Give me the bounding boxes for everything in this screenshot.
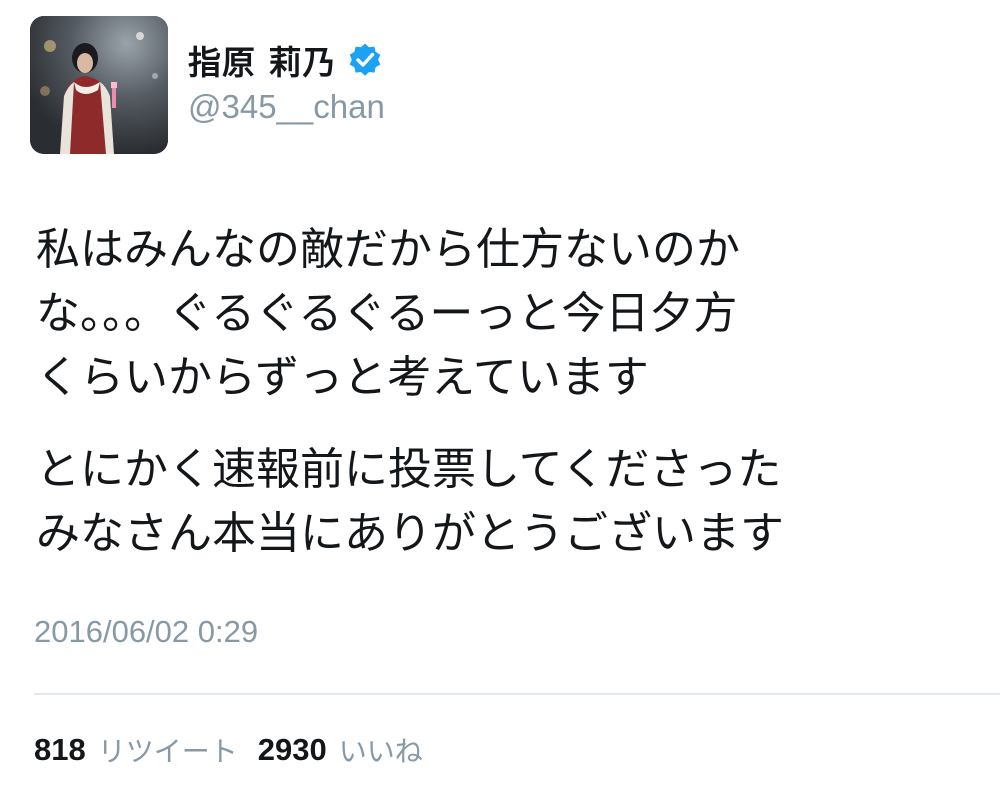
tweet-line: みなさん本当にありがとうございます: [36, 508, 784, 559]
tweet-line: とにかく速報前に投票してくださった: [36, 444, 782, 495]
author-name-row[interactable]: 指原 莉乃: [188, 38, 383, 82]
tweet-timestamp[interactable]: 2016/06/02 0:29: [34, 614, 258, 650]
display-name[interactable]: 指原 莉乃: [188, 36, 337, 84]
retweet-label: リツイート: [97, 735, 238, 768]
tweet-paragraph: 私はみんなの敵だから仕方ないのか な。。。ぐるぐるぐるーっと今日夕方 くらいから…: [36, 218, 986, 410]
divider: [34, 693, 1000, 695]
like-count: 2930: [257, 732, 327, 767]
user-handle[interactable]: @345__chan: [188, 88, 385, 126]
tweet-line: 私はみんなの敵だから仕方ないのか: [36, 224, 740, 275]
tweet-body: 私はみんなの敵だから仕方ないのか な。。。ぐるぐるぐるーっと今日夕方 くらいから…: [36, 218, 986, 566]
retweet-count: 818: [34, 732, 86, 767]
avatar-photo-icon: [30, 16, 168, 154]
avatar[interactable]: [30, 16, 168, 154]
tweet-line: な。。。ぐるぐるぐるーっと今日夕方: [36, 288, 738, 339]
tweet-line: くらいからずっと考えています: [36, 352, 649, 403]
retweet-stat[interactable]: 818 リツイート: [34, 730, 238, 770]
tweet-stats: 818 リツイート 2930 いいね: [34, 728, 423, 772]
tweet-paragraph: とにかく速報前に投票してくださった みなさん本当にありがとうございます: [36, 438, 986, 566]
like-stat[interactable]: 2930 いいね: [258, 730, 423, 770]
like-label: いいね: [338, 735, 423, 768]
tweet-card: 指原 莉乃 @345__chan 私はみんなの敵だから仕方ないのか な。。。ぐる…: [0, 0, 1000, 800]
verified-badge-icon: [347, 42, 383, 78]
